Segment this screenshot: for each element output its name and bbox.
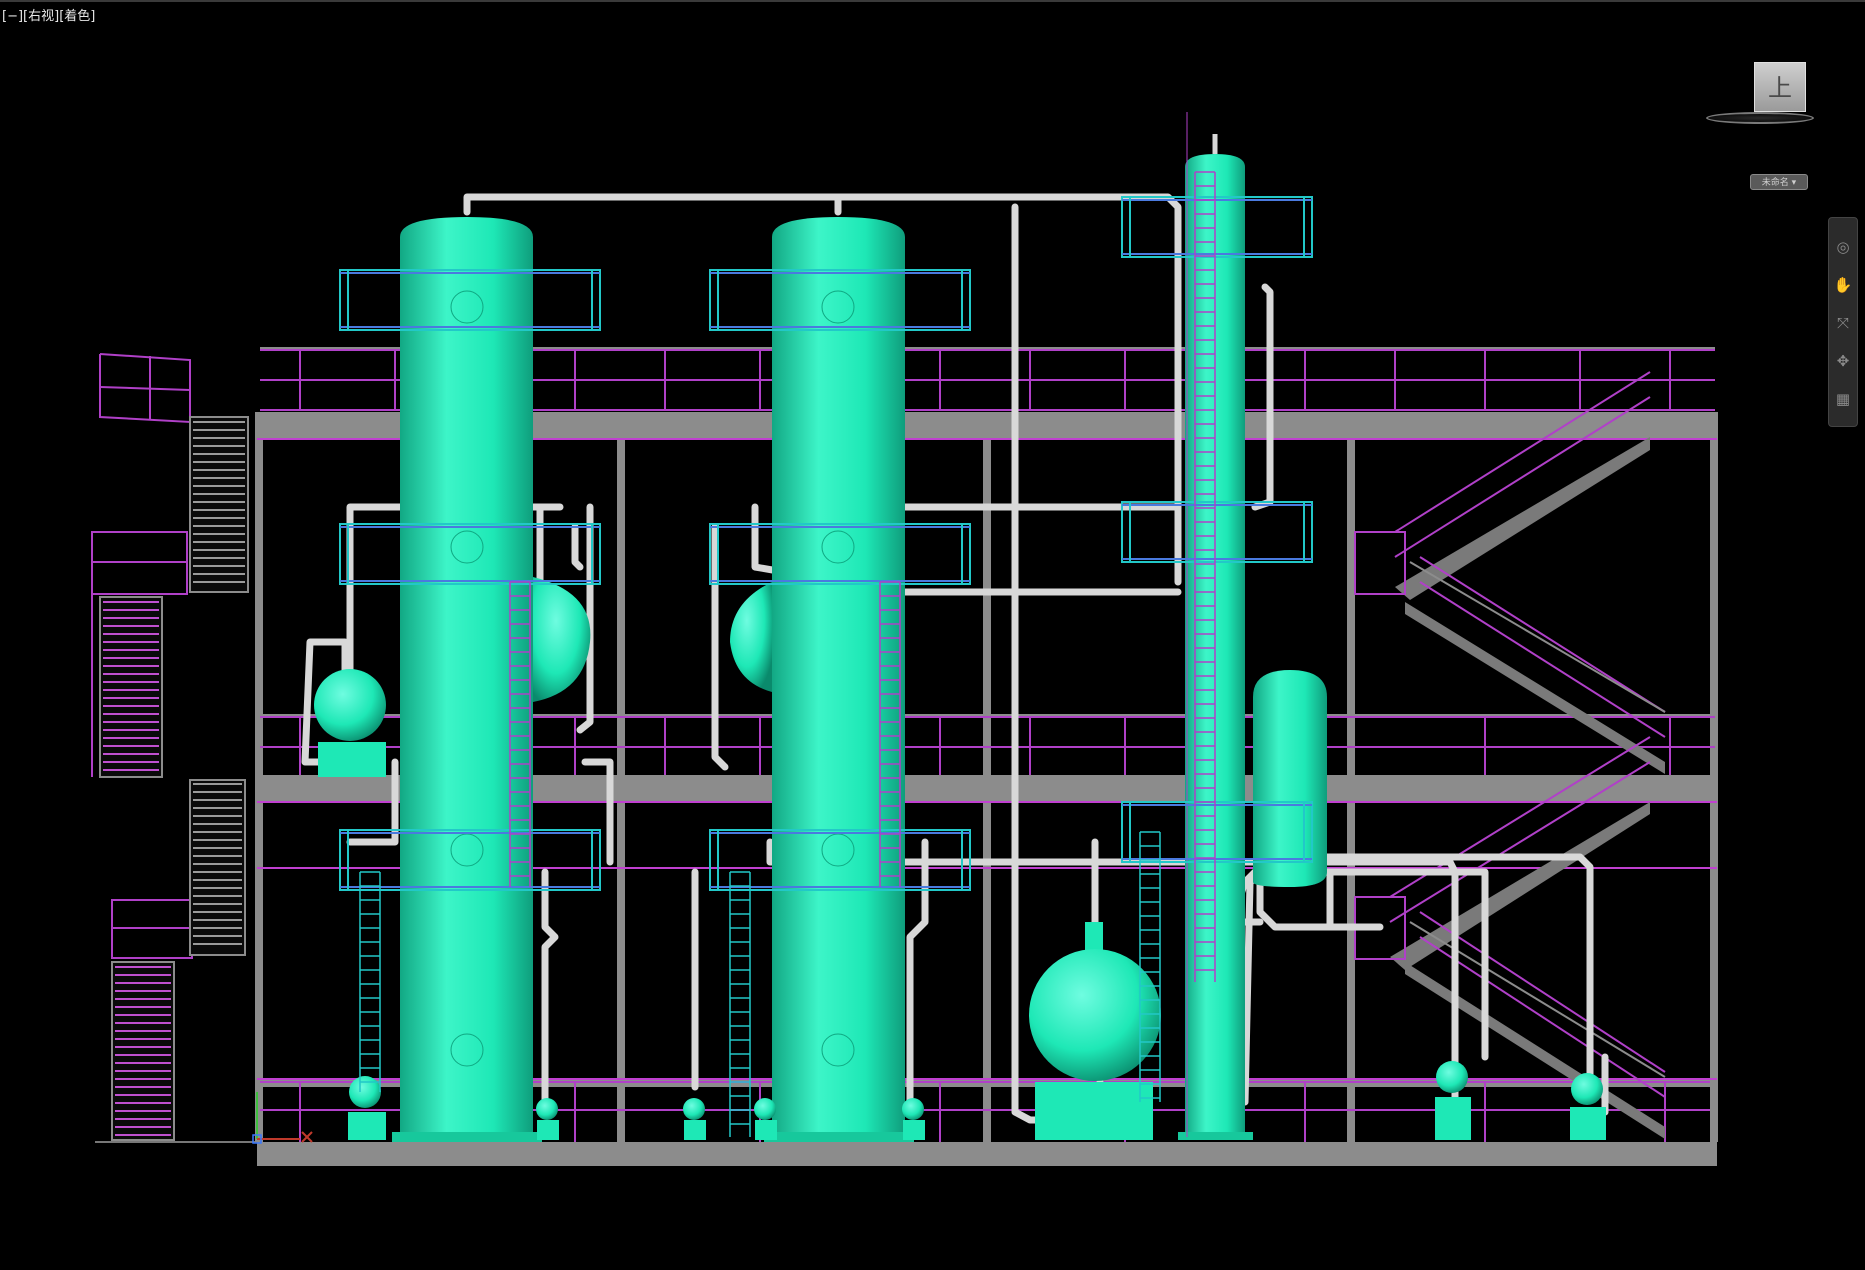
view-menu[interactable]: [右视] [23, 9, 59, 24]
viewcube[interactable]: 上 [1700, 54, 1820, 129]
ground-slab [257, 1142, 1717, 1166]
showmotion-icon[interactable]: ▦ [1832, 388, 1854, 410]
vertical-drum[interactable] [1253, 670, 1327, 887]
right-stairs [1354, 371, 1666, 1139]
orbit-icon[interactable]: ✥ [1832, 350, 1854, 372]
side-sphere-1 [533, 577, 591, 702]
steering-wheel-icon[interactable]: ◎ [1832, 236, 1854, 258]
zoom-icon[interactable]: ⤧ [1832, 312, 1854, 334]
viewcube-top-face[interactable]: 上 [1754, 62, 1806, 112]
left-stair-tower [91, 353, 249, 1141]
visual-style-menu[interactable]: [着色] [59, 9, 95, 24]
viewport-controls-menu[interactable]: [−] [2, 9, 23, 24]
pan-hand-icon[interactable]: ✋ [1832, 274, 1854, 296]
navigation-bar: ◎ ✋ ⤧ ✥ ▦ [1828, 217, 1858, 427]
plant-3d-model[interactable] [0, 2, 1865, 1270]
side-sphere-2 [730, 582, 772, 692]
pumps[interactable] [348, 1061, 1606, 1140]
drawing-viewport[interactable]: [−][右视][着色] 上 未命名 ▾ ◎ ✋ ⤧ ✥ ▦ [0, 0, 1865, 1268]
wcs-menu[interactable]: 未命名 ▾ [1750, 174, 1808, 190]
viewport-controls-label: [−][右视][着色] [2, 8, 95, 26]
reflux-drum-left[interactable] [314, 667, 386, 777]
receiver-sphere[interactable] [1029, 922, 1161, 1140]
viewcube-compass-ring[interactable] [1706, 112, 1814, 124]
